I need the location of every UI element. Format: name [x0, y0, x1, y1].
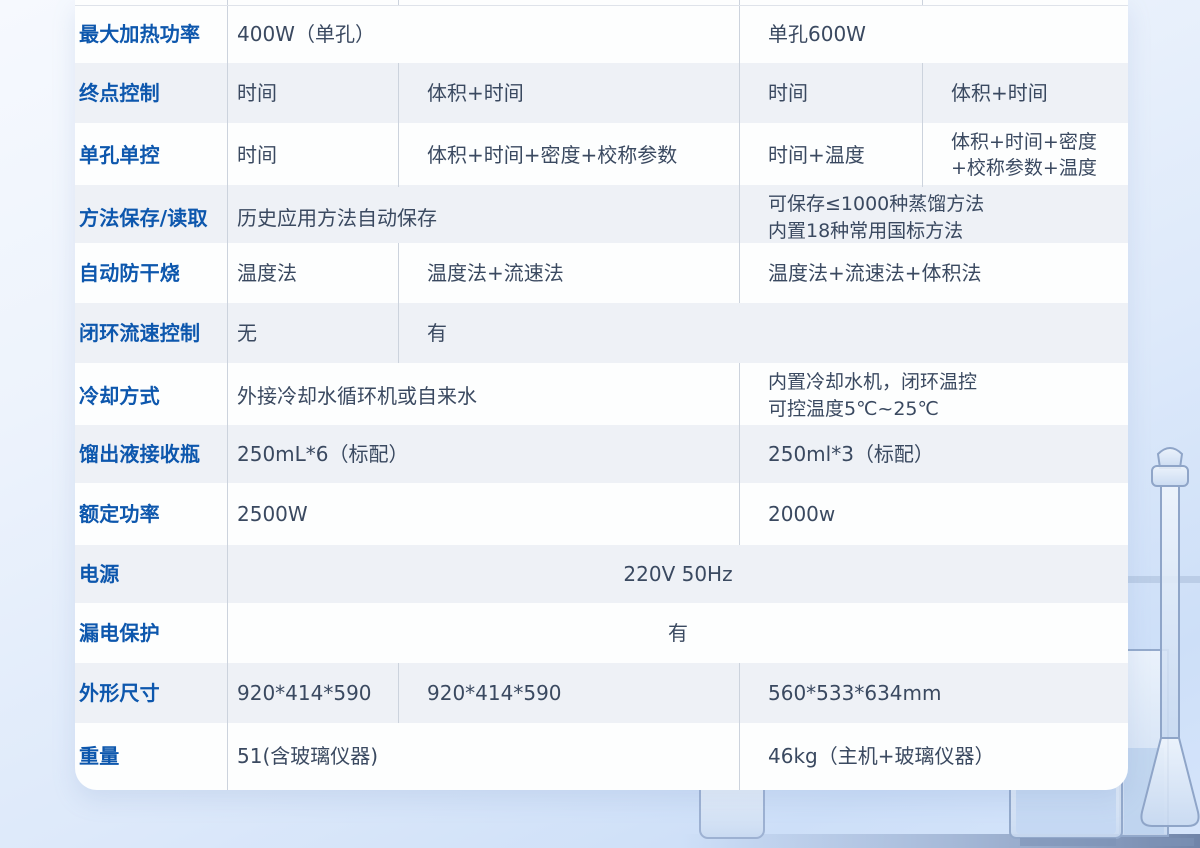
spec-value: 无 [227, 303, 398, 363]
spec-value: 2500W [227, 483, 739, 545]
table-row: 冷却方式 外接冷却水循环机或自来水 内置冷却水机，闭环温控 可控温度5℃~25℃ [75, 363, 1128, 425]
spec-value: 单孔600W [739, 6, 1128, 63]
spec-label: 单孔单控 [75, 123, 227, 187]
spec-value: 2000w [739, 483, 1128, 545]
spec-label: 馏出液接收瓶 [75, 425, 227, 483]
spec-label: 闭环流速控制 [75, 303, 227, 363]
spec-label: 方法保存/读取 [75, 185, 227, 251]
table-row: 闭环流速控制 无 有 [75, 303, 1128, 363]
spec-table: 最大加热功率 400W（单孔） 单孔600W 终点控制 时间 体积+时间 时间 … [75, 0, 1128, 790]
spec-value: 体积+时间 [398, 63, 739, 123]
spec-label: 外形尺寸 [75, 663, 227, 723]
reflection [1020, 838, 1116, 846]
spec-value: 时间 [227, 123, 398, 187]
page-background: 最大加热功率 400W（单孔） 单孔600W 终点控制 时间 体积+时间 时间 … [0, 0, 1200, 848]
table-row: 终点控制 时间 体积+时间 时间 体积+时间 [75, 63, 1128, 123]
spec-value: 250ml*3（标配） [739, 425, 1128, 483]
table-row: 外形尺寸 920*414*590 920*414*590 560*533*634… [75, 663, 1128, 723]
spec-value: 温度法+流速法+体积法 [739, 243, 1128, 303]
spec-value: 220V 50Hz [227, 545, 1128, 603]
table-row: 馏出液接收瓶 250mL*6（标配） 250ml*3（标配） [75, 425, 1128, 483]
spec-value: 有 [227, 603, 1128, 663]
spec-label: 漏电保护 [75, 603, 227, 663]
spec-value: 时间 [739, 63, 922, 123]
spec-value: 400W（单孔） [227, 6, 739, 63]
spec-value: 有 [398, 303, 1128, 363]
spec-value: 体积+时间 [922, 63, 1128, 123]
spec-label: 最大加热功率 [75, 6, 227, 63]
spec-value: 外接冷却水循环机或自来水 [227, 363, 739, 429]
table-row: 最大加热功率 400W（单孔） 单孔600W [75, 6, 1128, 63]
spec-label: 终点控制 [75, 63, 227, 123]
spec-label: 自动防干烧 [75, 243, 227, 303]
table-row: 方法保存/读取 历史应用方法自动保存 可保存≤1000种蒸馏方法 内置18种常用… [75, 185, 1128, 243]
spec-label: 重量 [75, 723, 227, 790]
spec-value: 温度法 [227, 243, 398, 303]
spec-value: 920*414*590 [398, 663, 739, 723]
spec-value: 体积+时间+密度+校称参数 [398, 123, 739, 187]
spec-label: 冷却方式 [75, 363, 227, 429]
table-row: 电源 220V 50Hz [75, 545, 1128, 603]
spec-value: 920*414*590 [227, 663, 398, 723]
spec-value: 可保存≤1000种蒸馏方法 内置18种常用国标方法 [739, 185, 1128, 251]
spec-value: 250mL*6（标配） [227, 425, 739, 483]
spec-value: 46kg（主机+玻璃仪器） [739, 723, 1128, 790]
spec-label: 电源 [75, 545, 227, 603]
spec-value: 560*533*634mm [739, 663, 1128, 723]
table-row: 单孔单控 时间 体积+时间+密度+校称参数 时间+温度 体积+时间+密度+校称参… [75, 123, 1128, 185]
spec-label: 额定功率 [75, 483, 227, 545]
table-row: 额定功率 2500W 2000w [75, 483, 1128, 545]
table-row: 自动防干烧 温度法 温度法+流速法 温度法+流速法+体积法 [75, 243, 1128, 303]
spec-value: 温度法+流速法 [398, 243, 739, 303]
spec-value: 时间+温度 [739, 123, 922, 187]
table-row: 重量 51(含玻璃仪器) 46kg（主机+玻璃仪器） [75, 723, 1128, 790]
spec-value: 内置冷却水机，闭环温控 可控温度5℃~25℃ [739, 363, 1128, 429]
spec-value: 51(含玻璃仪器) [227, 723, 739, 790]
reflection [1150, 838, 1194, 846]
spec-value: 历史应用方法自动保存 [227, 185, 739, 251]
table-row: 漏电保护 有 [75, 603, 1128, 663]
spec-value: 体积+时间+密度+校称参数+温度 [922, 123, 1128, 187]
spec-value: 时间 [227, 63, 398, 123]
